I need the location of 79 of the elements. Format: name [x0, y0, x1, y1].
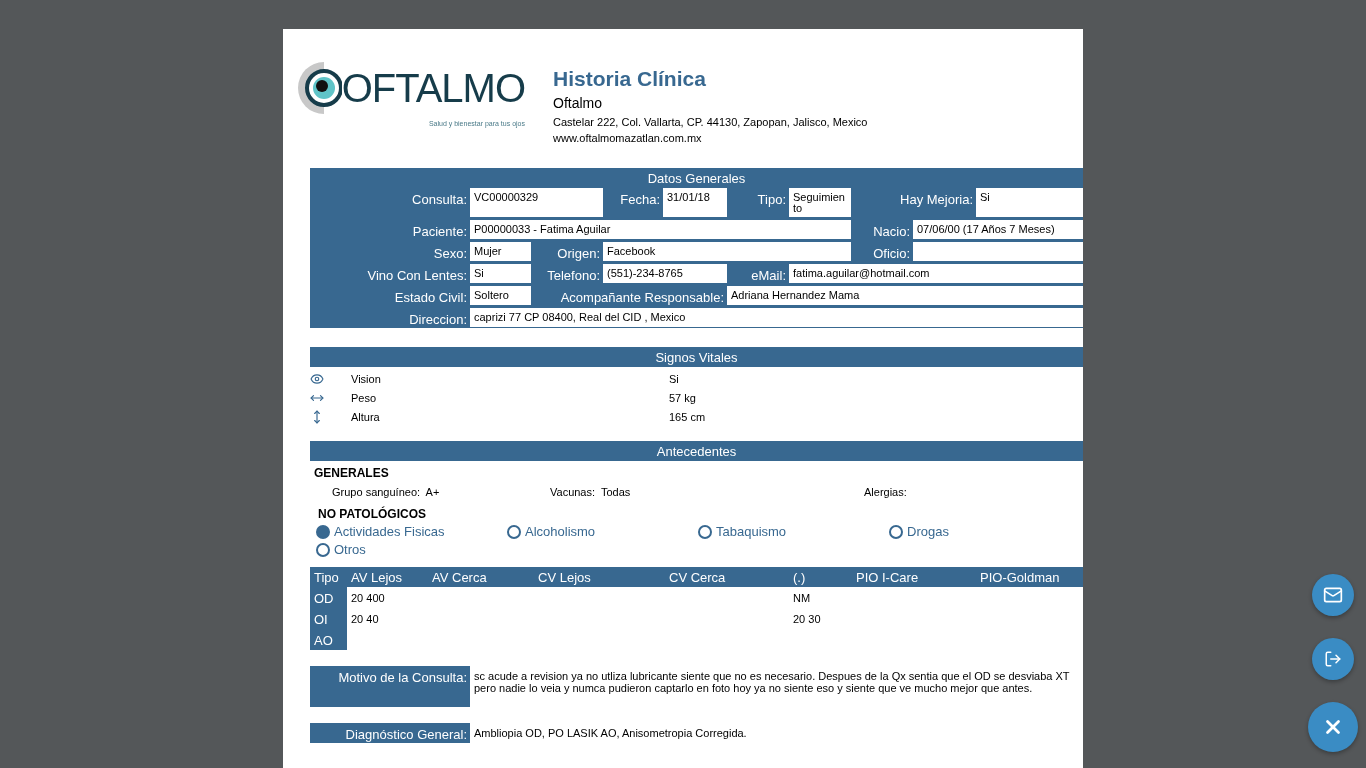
field-value: Mujer	[470, 242, 531, 261]
document-title: Historia Clínica	[553, 67, 707, 91]
radio-option[interactable]: Actividades Fisicas	[316, 524, 507, 539]
field-label: Acompañante Responsable:	[559, 289, 725, 305]
radio-option[interactable]: Tabaquismo	[698, 524, 889, 539]
column-header: Tipo	[313, 569, 340, 585]
column-header: PIO-Goldman	[979, 569, 1061, 585]
field-value: caprizi 77 CP 08400, Real del CID , Mexico	[470, 308, 1083, 327]
table-cell-text: 20 400	[350, 591, 386, 604]
row-header: OI	[310, 608, 347, 629]
field-label: Telefono:	[546, 267, 601, 283]
column-header: (.)	[792, 569, 807, 585]
eye-icon	[310, 372, 324, 386]
field-value: Adriana Hernandez Mama	[727, 286, 1083, 305]
field-label: Hay Mejoria:	[899, 191, 974, 209]
field-value: Seguimiento	[789, 188, 851, 217]
mail-button[interactable]	[1312, 574, 1354, 616]
field-value: Si	[470, 264, 531, 283]
field-label: Oficio:	[872, 245, 911, 261]
subsection-title: NO PATOLÓGICOS	[317, 505, 427, 523]
field-label: Fecha:	[619, 191, 661, 209]
field-label: Consulta:	[411, 191, 468, 209]
field-value: 31/01/18	[663, 188, 727, 217]
clinic-name: Oftalmo	[553, 95, 603, 111]
field-label: Estado Civil:	[393, 289, 468, 305]
mail-icon	[1323, 585, 1343, 605]
field-label: Sexo:	[432, 245, 468, 261]
field-label: Origen:	[556, 245, 601, 261]
logo-wordmark: OFTALMO	[341, 67, 525, 108]
field-value: VC00000329	[470, 188, 603, 217]
section-header: Signos Vitales	[310, 347, 1083, 367]
field-value: P00000033 - Fatima Aguilar	[470, 220, 851, 239]
row-header: AO	[310, 629, 347, 650]
table-cell-text: 20 30	[792, 612, 822, 625]
logout-button[interactable]	[1312, 638, 1354, 680]
field-value: sc acude a revision ya no utliza lubricante siente que no es necesario. Despues de la Qx sentia que el OD se desviaba XT pero nadie lo veia y numca pudieron captarlo en foto hoy ya no siente eso y siente que ve mucho mejor que antes.	[473, 669, 1071, 696]
field-label: Tipo:	[756, 191, 787, 209]
history-field: Grupo sanguíneo: A+	[332, 486, 550, 498]
history-field: Vacunas: Todas	[550, 486, 864, 498]
field-label: Nacio:	[872, 223, 911, 239]
close-button[interactable]	[1308, 702, 1358, 752]
vital-value: 165 cm	[669, 411, 706, 423]
vital-value: Si	[669, 373, 679, 385]
field-value: (551)-234-8765	[603, 264, 727, 283]
field-label: Vino Con Lentes:	[366, 267, 468, 283]
column-header: AV Cerca	[431, 569, 488, 585]
vital-label: Peso	[351, 392, 378, 404]
field-label: Diagnóstico General:	[310, 723, 470, 743]
column-header: PIO I-Care	[855, 569, 920, 585]
field-value: fatima.aguilar@hotmail.com	[789, 264, 1083, 283]
field-value: 07/06/00 (17 Años 7 Meses)	[913, 220, 1083, 239]
table-cell-text: 20 40	[350, 612, 380, 625]
field-value: Ambliopia OD, PO LASIK AO, Anisometropia Corregida.	[473, 726, 748, 741]
column-header: CV Cerca	[668, 569, 727, 585]
row-header: OD	[310, 587, 347, 608]
table-cell-text: NM	[792, 591, 812, 604]
clinic-website: www.oftalmomazatlan.com.mx	[553, 131, 703, 146]
logout-icon	[1324, 650, 1342, 668]
field-label: Motivo de la Consulta:	[310, 666, 470, 707]
radio-option[interactable]: Otros	[316, 542, 507, 557]
section-header: Datos Generales	[310, 168, 1083, 188]
column-header: AV Lejos	[350, 569, 404, 585]
vital-label: Altura	[351, 411, 381, 423]
subsection-title: GENERALES	[313, 465, 390, 482]
section-header: Antecedentes	[310, 441, 1083, 461]
field-label: Paciente:	[411, 223, 468, 239]
column-header: CV Lejos	[537, 569, 592, 585]
field-value: Soltero	[470, 286, 531, 305]
field-value: Facebook	[603, 242, 851, 261]
field-value: Si	[976, 188, 1083, 217]
vital-label: Vision	[351, 373, 382, 385]
radio-option[interactable]: Drogas	[889, 524, 1079, 539]
eye-logo-icon	[295, 59, 342, 116]
clinic-address: Castelar 222, Col. Vallarta, CP. 44130, Zapopan, Jalisco, Mexico	[553, 115, 868, 130]
history-field: Alergias:	[864, 486, 1064, 498]
field-label: eMail:	[750, 267, 787, 283]
radio-option[interactable]: Alcoholismo	[507, 524, 698, 539]
field-label: Direccion:	[408, 311, 468, 327]
vital-value: 57 kg	[669, 392, 696, 404]
